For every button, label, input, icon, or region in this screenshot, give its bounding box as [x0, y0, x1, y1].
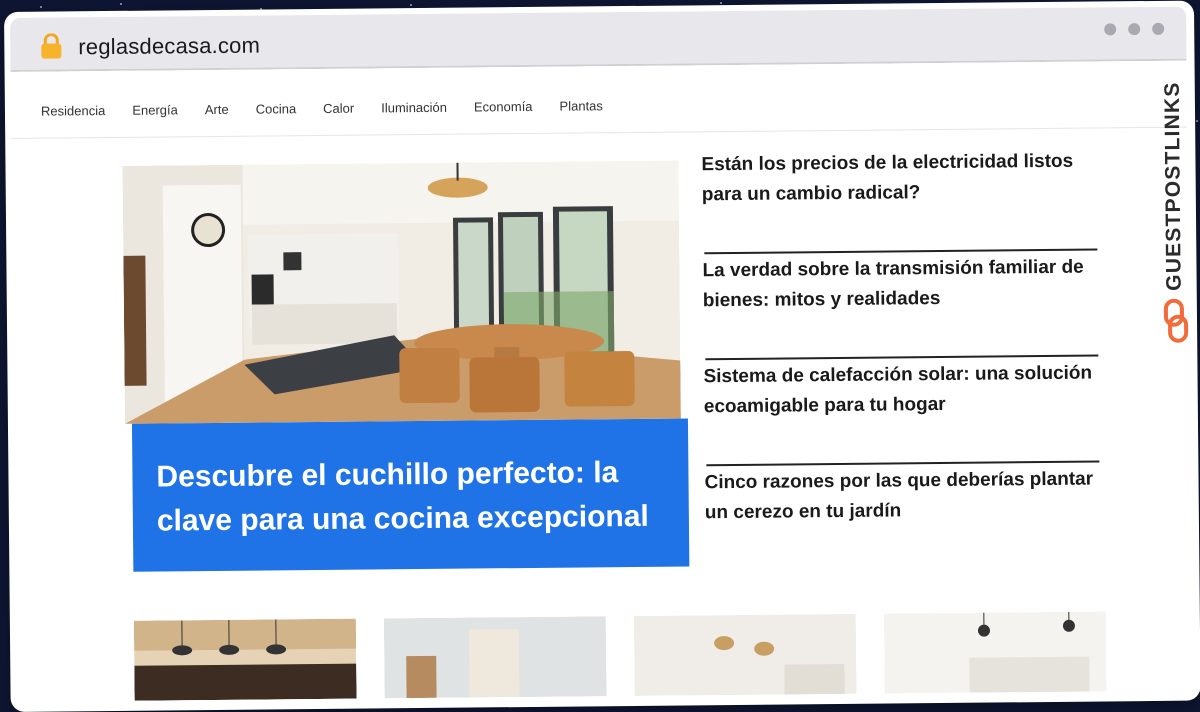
nav-item-residencia[interactable]: Residencia: [41, 103, 105, 119]
list-item[interactable]: Sistema de calefacción solar: una soluci…: [703, 359, 1099, 469]
thumbnail-image[interactable]: [634, 614, 857, 696]
thumbnail-row: [134, 611, 1115, 700]
window-dot-icon[interactable]: [1104, 23, 1116, 35]
thumbnail-image[interactable]: [884, 611, 1107, 693]
list-item[interactable]: La verdad sobre la transmisión familiar …: [702, 253, 1098, 363]
nav-item-energia[interactable]: Energía: [132, 102, 178, 117]
window-dot-icon[interactable]: [1152, 23, 1164, 35]
nav-item-calor[interactable]: Calor: [323, 101, 354, 116]
thumbnail-image[interactable]: [134, 619, 357, 701]
browser-window: reglasdecasa.com Residencia Energía Arte…: [4, 1, 1200, 712]
hero-title[interactable]: Descubre el cuchillo perfecto: la clave …: [156, 451, 667, 544]
window-controls: [1104, 23, 1164, 36]
nav-item-plantas[interactable]: Plantas: [559, 98, 603, 113]
link-logo-icon: [1163, 299, 1189, 345]
nav-item-arte[interactable]: Arte: [205, 102, 229, 117]
nav-item-cocina[interactable]: Cocina: [256, 101, 297, 116]
brand-text: GUESTPOSTLINKS: [1161, 81, 1187, 291]
thumbnail-image[interactable]: [384, 616, 607, 698]
article-title[interactable]: Están los precios de la electricidad lis…: [701, 147, 1097, 211]
address-bar-url[interactable]: reglasdecasa.com: [78, 33, 260, 61]
hero-caption[interactable]: Descubre el cuchillo perfecto: la clave …: [132, 418, 689, 571]
guestpostlinks-brand: GUESTPOSTLINKS: [1152, 41, 1197, 341]
lock-icon: [40, 33, 62, 59]
nav-item-economia[interactable]: Economía: [474, 99, 533, 115]
site-navigation: Residencia Energía Arte Cocina Calor Ilu…: [11, 61, 1188, 139]
hero-image[interactable]: [122, 161, 680, 424]
article-title[interactable]: La verdad sobre la transmisión familiar …: [702, 253, 1098, 317]
article-title[interactable]: Cinco razones por las que deberías plant…: [704, 465, 1100, 529]
list-item[interactable]: Cinco razones por las que deberías plant…: [704, 465, 1100, 575]
list-item[interactable]: Están los precios de la electricidad lis…: [701, 147, 1097, 257]
window-dot-icon[interactable]: [1128, 23, 1140, 35]
article-title[interactable]: Sistema de calefacción solar: una soluci…: [703, 359, 1099, 423]
article-list: Están los precios de la electricidad lis…: [701, 147, 1100, 575]
nav-item-iluminacion[interactable]: Iluminación: [381, 100, 447, 116]
